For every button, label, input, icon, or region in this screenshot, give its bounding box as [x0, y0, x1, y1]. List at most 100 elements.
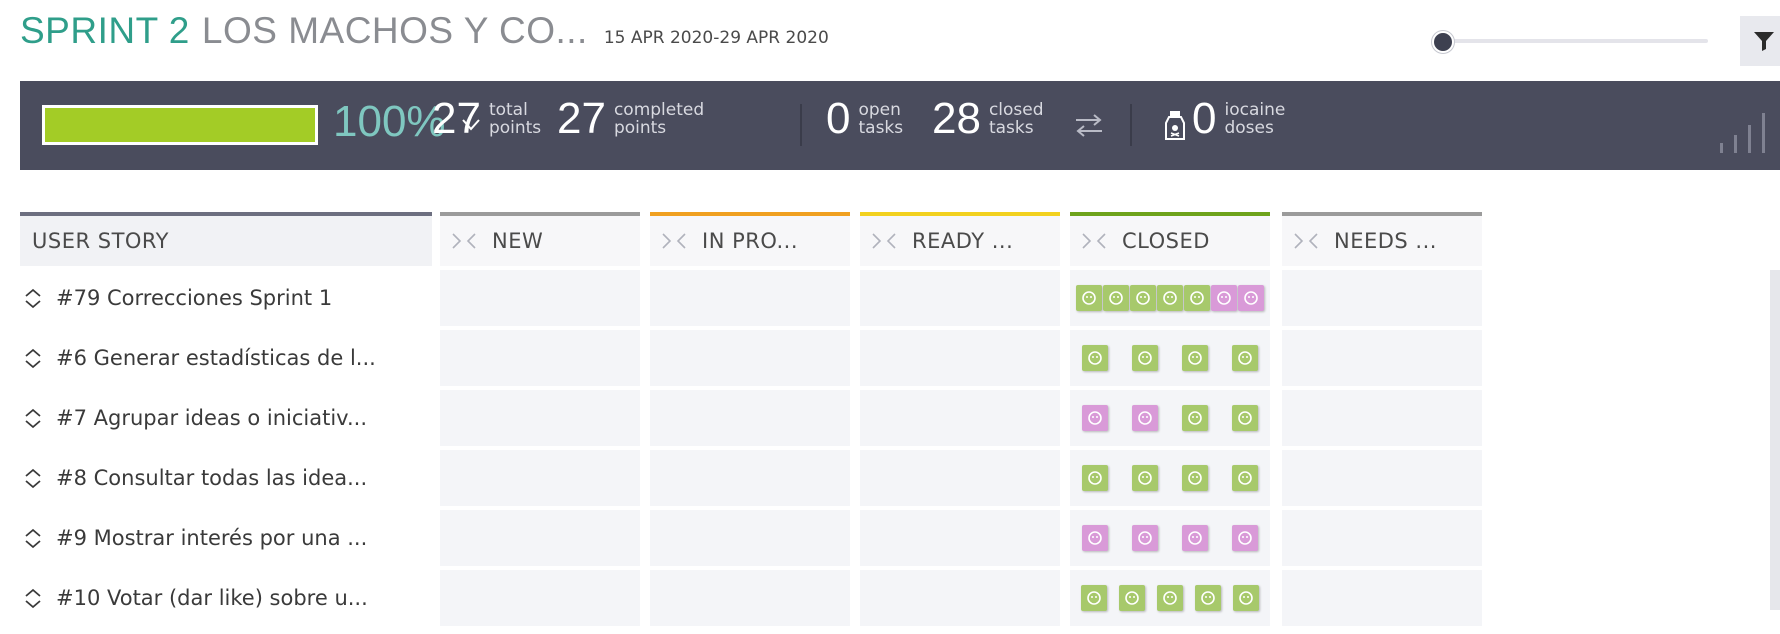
task-cell[interactable] — [860, 510, 1060, 566]
task-cell[interactable] — [860, 330, 1060, 386]
closed-tasks-label-line1: closed — [988, 100, 1044, 120]
task-card[interactable] — [1132, 345, 1158, 371]
task-card[interactable] — [1130, 285, 1156, 311]
task-card[interactable] — [1132, 465, 1158, 491]
task-cell[interactable] — [860, 270, 1060, 326]
task-cell[interactable] — [440, 270, 640, 326]
taskboard-page: SPRINT 2 LOS MACHOS Y CO... 15 APR 2020-… — [0, 0, 1780, 634]
expand-collapse-icon[interactable] — [20, 285, 46, 311]
task-card[interactable] — [1238, 285, 1264, 311]
user-story-title[interactable]: #6 Generar estadísticas de l... — [56, 346, 376, 370]
user-story-title[interactable]: #7 Agrupar ideas o iniciativ... — [56, 406, 367, 430]
task-avatar-icon — [1138, 411, 1152, 425]
task-cell[interactable] — [440, 450, 640, 506]
fold-column-icon[interactable] — [870, 231, 898, 251]
task-card[interactable] — [1195, 585, 1221, 611]
expand-collapse-icon[interactable] — [20, 465, 46, 491]
task-card[interactable] — [1103, 285, 1129, 311]
task-card[interactable] — [1211, 285, 1237, 311]
sprint-title: SPRINT 2 LOS MACHOS Y CO... 15 APR 2020-… — [20, 10, 829, 52]
expand-collapse-icon[interactable] — [20, 405, 46, 431]
expand-collapse-icon[interactable] — [20, 585, 46, 611]
task-cell[interactable] — [1282, 270, 1482, 326]
task-avatar-icon — [1238, 351, 1252, 365]
task-card[interactable] — [1082, 465, 1108, 491]
task-card[interactable] — [1132, 525, 1158, 551]
task-cell[interactable] — [650, 570, 850, 626]
task-card[interactable] — [1232, 465, 1258, 491]
zoom-slider[interactable] — [1432, 31, 1710, 53]
filter-icon — [1754, 32, 1774, 51]
task-cell[interactable] — [650, 450, 850, 506]
task-card[interactable] — [1184, 285, 1210, 311]
task-cards — [1076, 285, 1264, 311]
user-story-row[interactable]: #79 Correcciones Sprint 1 — [20, 270, 432, 326]
task-card[interactable] — [1182, 525, 1208, 551]
task-card[interactable] — [1232, 525, 1258, 551]
task-cell[interactable] — [650, 330, 850, 386]
user-story-row[interactable]: #7 Agrupar ideas o iniciativ... — [20, 390, 432, 446]
task-card[interactable] — [1081, 585, 1107, 611]
fold-column-icon[interactable] — [660, 231, 688, 251]
task-cell[interactable] — [1282, 450, 1482, 506]
task-cell[interactable] — [1282, 570, 1482, 626]
task-card[interactable] — [1082, 345, 1108, 371]
fold-column-icon[interactable] — [1080, 231, 1108, 251]
task-cell[interactable] — [440, 570, 640, 626]
task-card[interactable] — [1132, 405, 1158, 431]
user-story-row[interactable]: #10 Votar (dar like) sobre u... — [20, 570, 432, 626]
task-cell[interactable] — [1282, 390, 1482, 446]
task-card[interactable] — [1182, 465, 1208, 491]
user-story-title[interactable]: #9 Mostrar interés por una ... — [56, 526, 367, 550]
burndown-chart-icon[interactable] — [1718, 107, 1780, 153]
task-card[interactable] — [1232, 345, 1258, 371]
task-avatar-icon — [1238, 531, 1252, 545]
completed-points-label-line1: completed — [613, 100, 705, 120]
task-card[interactable] — [1082, 525, 1108, 551]
swap-arrows-icon[interactable] — [1072, 111, 1106, 139]
fold-column-icon[interactable] — [450, 231, 478, 251]
project-name[interactable]: LOS MACHOS Y CO... — [202, 10, 588, 52]
user-story-row[interactable]: #8 Consultar todas las idea... — [20, 450, 432, 506]
user-story-title[interactable]: #79 Correcciones Sprint 1 — [56, 286, 332, 310]
closed-tasks-value: 28 — [932, 94, 981, 143]
user-story-row[interactable]: #9 Mostrar interés por una ... — [20, 510, 432, 566]
task-cards — [1082, 405, 1258, 431]
divider — [1130, 104, 1132, 146]
task-cell[interactable] — [650, 390, 850, 446]
filter-button[interactable] — [1740, 16, 1780, 66]
expand-collapse-icon[interactable] — [20, 525, 46, 551]
task-cell[interactable] — [1282, 510, 1482, 566]
user-story-row[interactable]: #6 Generar estadísticas de l... — [20, 330, 432, 386]
fold-column-icon[interactable] — [1292, 231, 1320, 251]
zoom-knob[interactable] — [1432, 31, 1454, 53]
task-cell[interactable] — [440, 510, 640, 566]
task-cell[interactable] — [860, 450, 1060, 506]
task-cards — [1082, 465, 1258, 491]
task-card[interactable] — [1157, 285, 1183, 311]
task-cell[interactable] — [860, 570, 1060, 626]
total-points-label: total points — [489, 101, 541, 137]
sprint-progress-bar — [42, 105, 318, 145]
divider — [800, 104, 802, 146]
user-story-title[interactable]: #10 Votar (dar like) sobre u... — [56, 586, 368, 610]
task-card[interactable] — [1076, 285, 1102, 311]
task-card[interactable] — [1119, 585, 1145, 611]
task-card[interactable] — [1182, 405, 1208, 431]
task-cell[interactable] — [860, 390, 1060, 446]
task-cell[interactable] — [650, 270, 850, 326]
task-card[interactable] — [1233, 585, 1259, 611]
expand-collapse-icon[interactable] — [20, 345, 46, 371]
task-cell[interactable] — [1282, 330, 1482, 386]
iocaine-potion-icon[interactable] — [1162, 109, 1188, 141]
task-card[interactable] — [1232, 405, 1258, 431]
task-card[interactable] — [1157, 585, 1183, 611]
task-card[interactable] — [1082, 405, 1108, 431]
task-cell[interactable] — [440, 390, 640, 446]
vertical-scrollbar[interactable] — [1770, 270, 1780, 610]
zoom-track[interactable] — [1442, 39, 1708, 43]
user-story-title[interactable]: #8 Consultar todas las idea... — [56, 466, 367, 490]
task-cell[interactable] — [650, 510, 850, 566]
task-cell[interactable] — [440, 330, 640, 386]
task-card[interactable] — [1182, 345, 1208, 371]
